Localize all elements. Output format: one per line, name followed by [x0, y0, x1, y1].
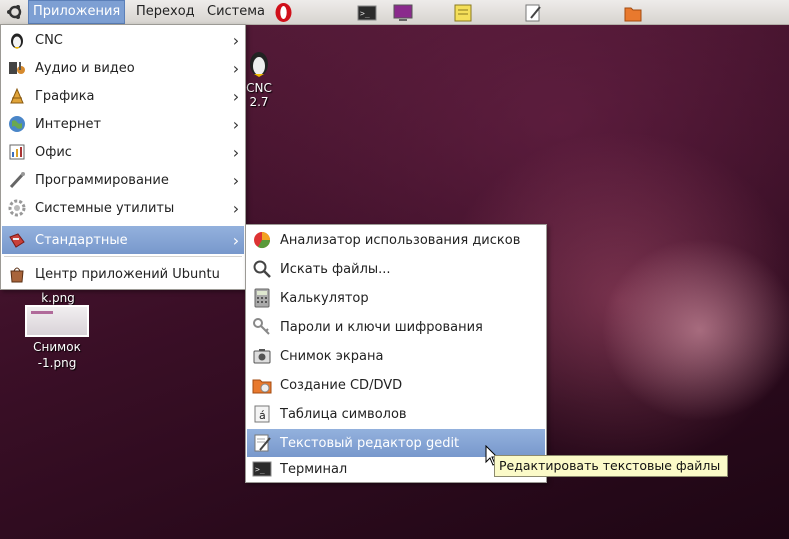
screenshot-icon[interactable] — [393, 3, 413, 23]
cd-burner-icon[interactable] — [623, 3, 643, 23]
disk-usage-icon — [252, 230, 272, 250]
menu-item-accessories[interactable]: Стандартные › — [2, 226, 244, 254]
menu-item-label: Графика — [35, 88, 95, 104]
menu-item-audio-video[interactable]: Аудио и видео › — [2, 54, 244, 82]
chevron-right-icon: › — [232, 170, 240, 190]
internet-icon — [7, 114, 27, 134]
menu-item-cd-dvd[interactable]: Создание CD/DVD — [247, 371, 545, 399]
chevron-right-icon: › — [232, 58, 240, 78]
menu-system[interactable]: Система — [207, 0, 265, 24]
text-editor-icon[interactable] — [523, 3, 543, 23]
menu-item-label: Интернет — [35, 116, 102, 132]
menu-item-search-files[interactable]: Искать файлы... — [247, 255, 545, 283]
search-icon — [252, 259, 272, 279]
desktop-file2-label-1[interactable]: Снимок — [22, 339, 92, 355]
menu-item-software-center[interactable]: Центр приложений Ubuntu — [2, 260, 244, 288]
top-panel: Приложения Переход Система >_ — [0, 0, 789, 25]
svg-text:>_: >_ — [360, 9, 370, 18]
cnc-icon — [7, 30, 27, 50]
menu-item-disk-usage[interactable]: Анализатор использования дисков — [247, 226, 545, 254]
desktop-file-thumbnail[interactable] — [25, 305, 89, 337]
audio-video-icon — [7, 58, 27, 78]
terminal-icon: >_ — [252, 459, 272, 479]
chevron-right-icon: › — [232, 114, 240, 134]
menu-item-label: Стандартные — [35, 232, 128, 248]
menu-applications[interactable]: Приложения — [28, 0, 126, 24]
desktop-icon-cnc-label: CNC — [246, 81, 272, 95]
desktop-icon-cnc[interactable]: CNC 2.7 — [244, 48, 274, 112]
menu-item-label: Системные утилиты — [35, 200, 175, 216]
cd-dvd-icon — [252, 375, 272, 395]
menu-item-label: Пароли и ключи шифрования — [280, 319, 483, 335]
menu-item-office[interactable]: Офис › — [2, 138, 244, 166]
menu-item-label: Снимок экрана — [280, 348, 384, 364]
menu-item-label: Аудио и видео — [35, 60, 135, 76]
menu-item-label: Центр приложений Ubuntu — [35, 266, 220, 282]
menu-item-programming[interactable]: Программирование › — [2, 166, 244, 194]
menu-item-internet[interactable]: Интернет › — [2, 110, 244, 138]
opera-icon[interactable] — [273, 2, 294, 23]
svg-text:á: á — [259, 409, 266, 422]
menu-item-label: Офис — [35, 144, 72, 160]
applications-menu: CNC › Аудио и видео › Графика › Интернет… — [0, 24, 246, 290]
chevron-right-icon: › — [232, 86, 240, 106]
menu-item-label: Искать файлы... — [280, 261, 391, 277]
chevron-right-icon: › — [232, 142, 240, 162]
tooltip: Редактировать текстовые файлы — [494, 455, 728, 477]
desktop-icon-cnc-version: 2.7 — [249, 95, 269, 109]
menu-separator — [4, 256, 242, 257]
accessories-submenu: Анализатор использования дисков Искать ф… — [245, 224, 547, 483]
sticky-notes-icon[interactable] — [453, 3, 473, 23]
svg-text:>_: >_ — [255, 465, 265, 474]
calculator-icon — [252, 288, 272, 308]
menu-item-calculator[interactable]: Калькулятор — [247, 284, 545, 312]
ubuntu-logo-icon[interactable] — [4, 0, 26, 24]
chevron-right-icon: › — [232, 30, 240, 50]
system-tools-icon — [7, 198, 27, 218]
menu-item-system-tools[interactable]: Системные утилиты › — [2, 194, 244, 222]
desktop-file2-label-2[interactable]: -1.png — [22, 355, 92, 371]
menu-item-label: Текстовый редактор gedit — [280, 435, 460, 451]
desktop-file-label[interactable]: k.png — [28, 290, 88, 306]
camera-icon — [252, 346, 272, 366]
chevron-right-icon: › — [232, 198, 240, 218]
menu-item-cnc[interactable]: CNC › — [2, 26, 244, 54]
chevron-right-icon: › — [232, 230, 240, 250]
menu-item-label: Таблица символов — [280, 406, 407, 422]
menu-item-screenshot[interactable]: Снимок экрана — [247, 342, 545, 370]
menu-item-graphics[interactable]: Графика › — [2, 82, 244, 110]
software-center-icon — [7, 264, 27, 284]
menu-item-label: Калькулятор — [280, 290, 369, 306]
menu-places[interactable]: Переход — [136, 0, 195, 24]
menu-item-passwords-keys[interactable]: Пароли и ключи шифрования — [247, 313, 545, 341]
programming-icon — [7, 170, 27, 190]
menu-item-label: Анализатор использования дисков — [280, 232, 521, 248]
gedit-icon — [252, 433, 272, 453]
menu-item-character-map[interactable]: á Таблица символов — [247, 400, 545, 428]
accessories-icon — [7, 230, 27, 250]
office-icon — [7, 142, 27, 162]
menu-item-label: CNC — [35, 32, 63, 48]
character-map-icon: á — [252, 404, 272, 424]
keys-icon — [252, 317, 272, 337]
menu-item-label: Создание CD/DVD — [280, 377, 403, 393]
terminal-icon[interactable]: >_ — [357, 3, 377, 23]
graphics-icon — [7, 86, 27, 106]
menu-item-label: Программирование — [35, 172, 169, 188]
